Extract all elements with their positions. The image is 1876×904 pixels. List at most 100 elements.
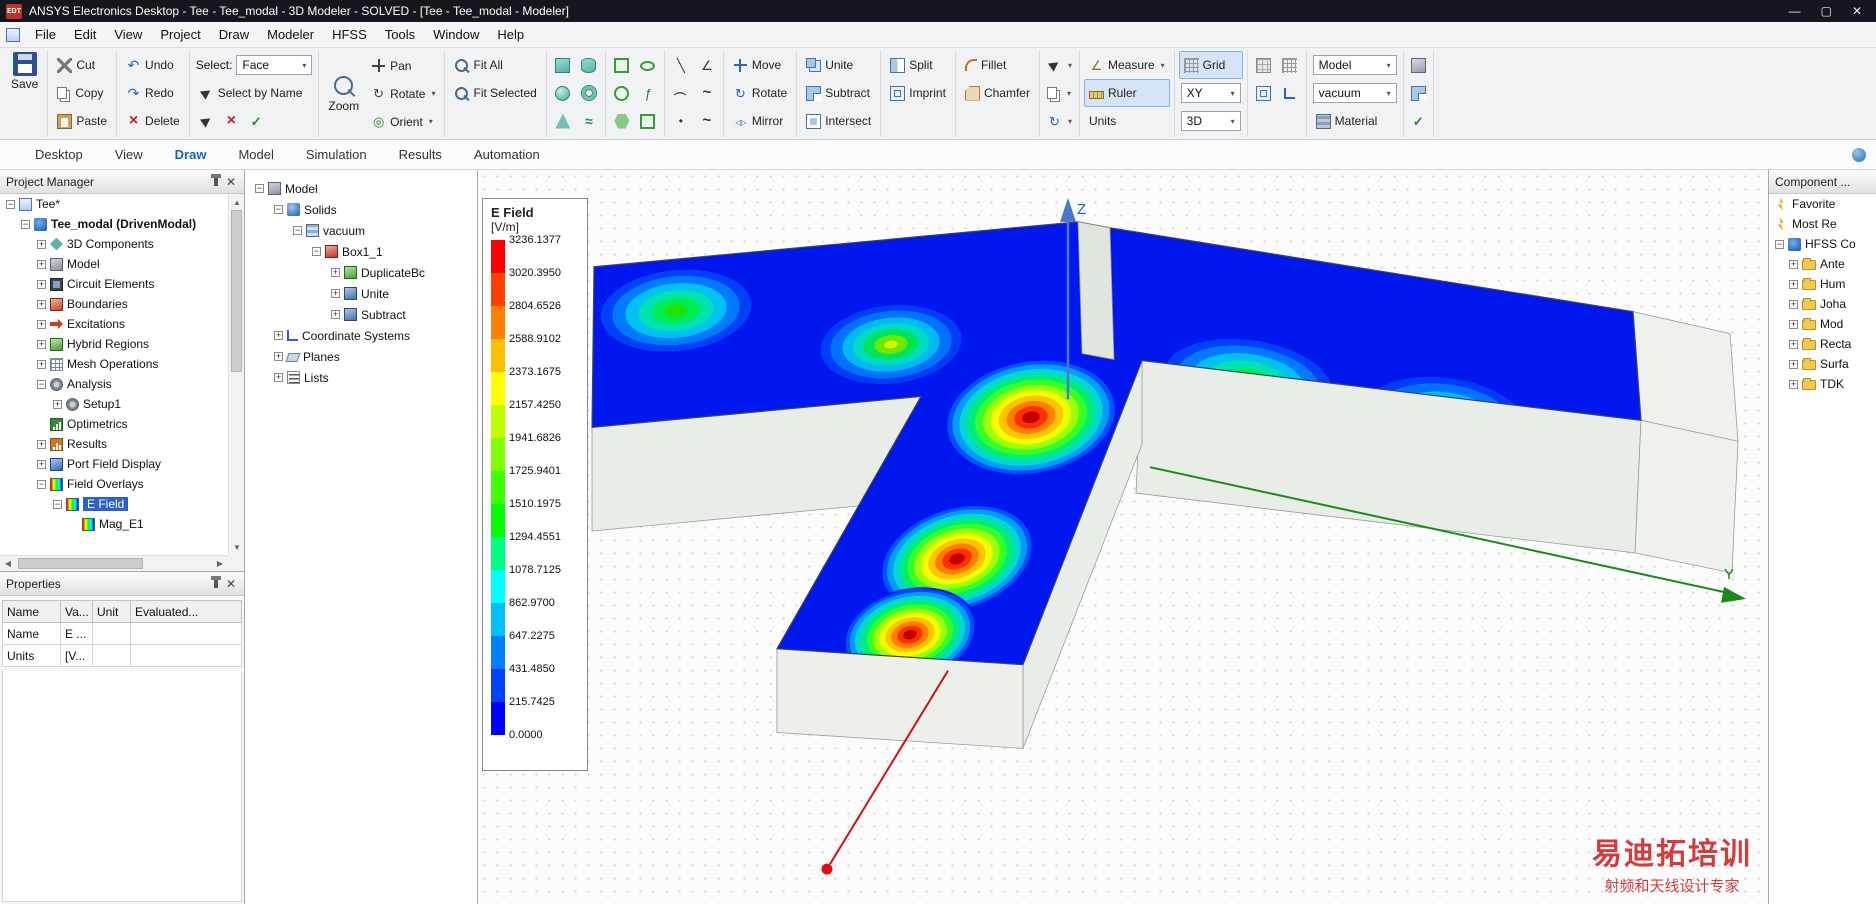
scroll-up-arrow[interactable]: ▲ bbox=[229, 194, 245, 210]
ruler-button[interactable]: Ruler bbox=[1083, 79, 1170, 107]
expander-icon[interactable] bbox=[53, 399, 62, 409]
document-icon[interactable] bbox=[6, 27, 20, 42]
cell-unit[interactable] bbox=[92, 644, 131, 667]
validate-button[interactable] bbox=[1408, 107, 1429, 135]
draw-arc-button[interactable] bbox=[670, 79, 691, 107]
menu-window[interactable]: Window bbox=[424, 23, 488, 46]
menu-edit[interactable]: Edit bbox=[65, 23, 105, 46]
draw-cone-button[interactable] bbox=[552, 107, 573, 135]
save-button[interactable]: Save bbox=[6, 51, 43, 92]
expander-icon[interactable] bbox=[37, 359, 46, 369]
working-cs-button[interactable] bbox=[1281, 79, 1298, 107]
paste-button[interactable]: Paste bbox=[52, 107, 112, 135]
draw-polyline-button[interactable] bbox=[696, 51, 717, 79]
delete-button[interactable]: Delete bbox=[121, 107, 185, 135]
scroll-down-arrow[interactable]: ▼ bbox=[229, 539, 245, 555]
expander-icon[interactable] bbox=[1789, 279, 1798, 289]
snap-button[interactable] bbox=[1253, 79, 1274, 107]
tree-row-planes[interactable]: Planes bbox=[245, 346, 477, 367]
menu-file[interactable]: File bbox=[26, 23, 65, 46]
clear-selection-button[interactable] bbox=[221, 107, 242, 135]
subtract-button[interactable]: Subtract bbox=[801, 79, 876, 107]
measure-button[interactable]: Measure▾ bbox=[1084, 51, 1170, 79]
tree-row-antenna[interactable]: Ante bbox=[1769, 254, 1876, 274]
expander-icon[interactable] bbox=[1789, 319, 1798, 329]
expander-icon[interactable] bbox=[1775, 239, 1784, 249]
redo-button[interactable]: Redo bbox=[121, 79, 185, 107]
tree-row-duplicate[interactable]: DuplicateBc bbox=[245, 262, 477, 283]
draw-sphere-button[interactable] bbox=[552, 79, 573, 107]
tree-row-mesh-operations[interactable]: Mesh Operations bbox=[0, 354, 228, 374]
pan-button[interactable]: Pan bbox=[366, 52, 440, 80]
draw-rectangle-button[interactable] bbox=[611, 51, 632, 79]
menu-draw[interactable]: Draw bbox=[210, 23, 258, 46]
draw-region-button[interactable] bbox=[637, 107, 658, 135]
draw-polygon-button[interactable] bbox=[611, 107, 632, 135]
expander-icon[interactable] bbox=[312, 247, 321, 256]
vertical-scrollbar[interactable]: ▲ ▼ bbox=[228, 194, 244, 555]
tree-row-hum[interactable]: Hum bbox=[1769, 274, 1876, 294]
tree-row-results[interactable]: Results bbox=[0, 434, 228, 454]
tree-row-surfa[interactable]: Surfa bbox=[1769, 354, 1876, 374]
grid-mode-dropdown[interactable]: 3D ▾ bbox=[1180, 111, 1241, 131]
tab-simulation[interactable]: Simulation bbox=[293, 142, 380, 167]
menu-modeler[interactable]: Modeler bbox=[258, 23, 323, 46]
tree-row-setup1[interactable]: Setup1 bbox=[0, 394, 228, 414]
tree-row-model[interactable]: Model bbox=[0, 254, 228, 274]
imprint-button[interactable]: Imprint bbox=[885, 79, 951, 107]
cell-unit[interactable] bbox=[92, 622, 131, 645]
menu-view[interactable]: View bbox=[105, 23, 151, 46]
expander-icon[interactable] bbox=[274, 373, 283, 382]
expander-icon[interactable] bbox=[37, 239, 46, 249]
move-button[interactable]: Move bbox=[728, 51, 792, 79]
expander-icon[interactable] bbox=[1789, 339, 1798, 349]
tree-row-analysis[interactable]: Analysis bbox=[0, 374, 228, 394]
tree-row-e-field[interactable]: E Field bbox=[0, 494, 228, 514]
units-button[interactable]: Units bbox=[1084, 107, 1170, 135]
menu-help[interactable]: Help bbox=[488, 23, 533, 46]
tree-row-3d-components[interactable]: 3D Components bbox=[0, 234, 228, 254]
column-header-evaluated[interactable]: Evaluated... bbox=[130, 600, 242, 623]
rotate-op-button[interactable]: Rotate bbox=[728, 79, 792, 107]
boundary-display-button[interactable] bbox=[1408, 79, 1429, 107]
grid-button[interactable]: Grid bbox=[1178, 51, 1243, 79]
scrollbar-thumb[interactable] bbox=[231, 210, 242, 373]
expander-icon[interactable] bbox=[37, 479, 46, 489]
tree-row-most-recent[interactable]: Most Re bbox=[1769, 214, 1876, 234]
tab-draw[interactable]: Draw bbox=[162, 142, 220, 167]
tree-row-project[interactable]: Tee* bbox=[0, 194, 228, 214]
scrollbar-thumb[interactable] bbox=[18, 558, 144, 569]
tree-row-coordinate-systems[interactable]: Coordinate Systems bbox=[245, 325, 477, 346]
tree-row-favorites[interactable]: Favorite bbox=[1769, 194, 1876, 214]
draw-box-button[interactable] bbox=[552, 51, 573, 79]
expander-icon[interactable] bbox=[1789, 259, 1798, 269]
draw-sweep-button[interactable] bbox=[696, 107, 717, 135]
expander-icon[interactable] bbox=[293, 226, 302, 235]
select-all-button[interactable] bbox=[246, 107, 267, 135]
copy-button[interactable]: Copy bbox=[52, 79, 112, 107]
expander-icon[interactable] bbox=[1789, 299, 1798, 309]
cut-button[interactable]: Cut bbox=[52, 51, 112, 79]
draw-circle-button[interactable] bbox=[611, 79, 632, 107]
tab-automation[interactable]: Automation bbox=[461, 142, 553, 167]
tree-row-hfss-components[interactable]: HFSS Co bbox=[1769, 234, 1876, 254]
grid-dots-button[interactable] bbox=[1253, 51, 1274, 79]
select-mode-dropdown[interactable]: Face ▾ bbox=[236, 55, 313, 75]
horizontal-scrollbar[interactable]: ◀ ▶ bbox=[0, 555, 228, 571]
tree-row-lists[interactable]: Lists bbox=[245, 367, 477, 388]
fit-all-button[interactable]: Fit All bbox=[449, 51, 541, 79]
tree-row-box1-1[interactable]: Box1_1 bbox=[245, 241, 477, 262]
expander-icon[interactable] bbox=[37, 259, 46, 269]
scroll-left-arrow[interactable]: ◀ bbox=[0, 556, 16, 572]
unite-button[interactable]: Unite bbox=[801, 51, 876, 79]
tee-model-scene[interactable]: Z Y bbox=[478, 170, 1768, 904]
orient-button[interactable]: Orient▾ bbox=[366, 108, 440, 136]
tree-row-field-overlays[interactable]: Field Overlays bbox=[0, 474, 228, 494]
scroll-right-arrow[interactable]: ▶ bbox=[212, 556, 228, 572]
expander-icon[interactable] bbox=[6, 199, 15, 209]
column-header-unit[interactable]: Unit bbox=[92, 600, 131, 623]
expander-icon[interactable] bbox=[37, 299, 46, 309]
draw-equation-curve-button[interactable] bbox=[637, 79, 658, 107]
tree-row-solids[interactable]: Solids bbox=[245, 199, 477, 220]
cell-value[interactable]: E ... bbox=[60, 622, 93, 645]
